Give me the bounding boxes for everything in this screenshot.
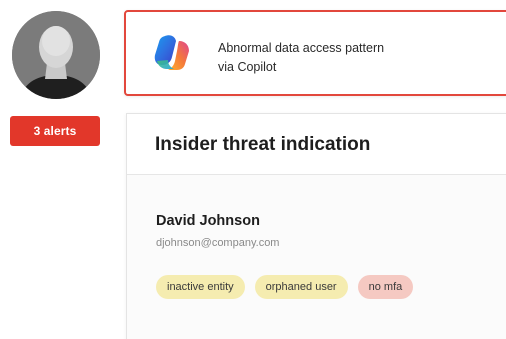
alert-title-line1: Abnormal data access pattern — [218, 41, 385, 55]
alert-banner-text: Abnormal data access pattern via Copilot — [218, 39, 384, 77]
alert-title-line2: via Copilot — [218, 60, 277, 74]
user-avatar-icon — [12, 11, 100, 99]
user-email: djohnson@company.com — [156, 237, 280, 249]
tag-inactive-entity[interactable]: inactive entity — [156, 275, 245, 299]
card-body: David Johnson djohnson@company.com inact… — [127, 175, 506, 339]
tag-no-mfa[interactable]: no mfa — [357, 275, 414, 299]
tag-list: inactive entity orphaned user no mfa — [156, 275, 414, 299]
card-title: Insider threat indication — [155, 134, 371, 155]
card-header: Insider threat indication — [127, 114, 506, 175]
tag-orphaned-user[interactable]: orphaned user — [254, 275, 348, 299]
security-alert-view: 3 alerts Abnormal data access pattern vi… — [0, 0, 506, 339]
alerts-count-badge[interactable]: 3 alerts — [10, 116, 100, 146]
insider-threat-card: Insider threat indication David Johnson … — [126, 113, 506, 339]
user-name[interactable]: David Johnson — [156, 213, 260, 229]
copilot-icon — [152, 33, 192, 73]
alert-banner[interactable]: Abnormal data access pattern via Copilot — [124, 10, 506, 96]
